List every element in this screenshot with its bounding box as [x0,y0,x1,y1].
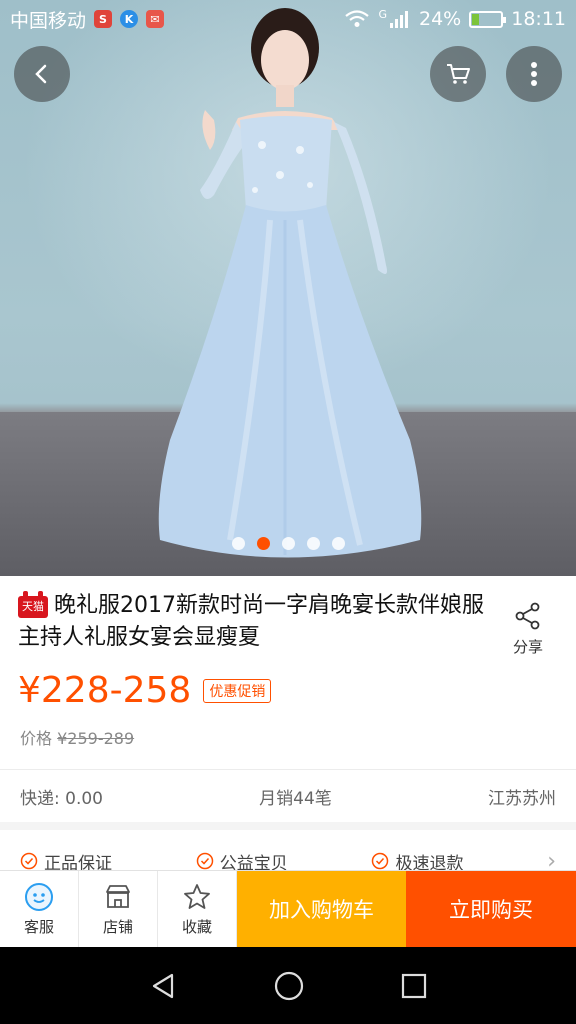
status-bar: 中国移动 S K ✉ G 24% 18:11 [0,0,576,38]
nav-recents-icon[interactable] [400,972,428,1000]
product-price: ¥228-258 [18,670,192,711]
wifi-icon [345,10,370,27]
cart-icon [447,64,470,84]
nav-back-icon[interactable] [148,971,178,1001]
tmall-badge-icon: 天猫 [18,591,48,618]
favorite-label: 收藏 [181,917,212,936]
bottom-action-bar: 客服 店铺 收藏 加入购物车 立即购买 [0,870,576,947]
notification-app-icon: S [94,10,113,28]
more-button[interactable] [506,46,562,102]
customer-service-button[interactable]: 客服 [0,871,79,947]
gallery-dot-active[interactable] [256,537,270,550]
check-circle-icon [372,852,389,870]
mail-notification-icon: ✉ [146,10,165,28]
buy-now-button[interactable]: 立即购买 [406,871,576,947]
section-gap [0,822,576,830]
gallery-dot[interactable] [231,537,245,550]
share-icon [515,602,540,630]
system-nav-bar [0,947,576,1024]
back-button[interactable] [14,46,70,102]
gallery-dot[interactable] [331,537,345,550]
clock: 18:11 [511,8,566,30]
share-button[interactable]: 分享 [500,590,556,657]
gallery-pagination [0,537,576,550]
product-info: 天猫 晚礼服2017新款时尚一字肩晚宴长款伴娘服主持人礼服女宴会显瘦夏 分享 ¥2… [0,576,576,892]
original-price-row: 价格 ¥259-289 [0,711,576,749]
store-icon [106,884,130,908]
shop-label: 店铺 [102,917,133,936]
share-label: 分享 [512,638,543,656]
product-title: 天猫 晚礼服2017新款时尚一字肩晚宴长款伴娘服主持人礼服女宴会显瘦夏 [18,590,486,657]
monthly-sales: 月销44笔 [259,788,332,809]
original-price: ¥259-289 [57,729,135,748]
chat-face-icon [25,882,53,911]
ship-location: 江苏苏州 [488,788,556,809]
check-circle-icon [196,852,213,870]
favorite-button[interactable]: 收藏 [158,871,237,947]
star-icon [184,883,210,909]
nav-home-icon[interactable] [273,970,305,1002]
chevron-left-icon [35,64,47,84]
promo-tag: 优惠促销 [203,679,272,703]
more-vertical-icon [531,62,537,86]
add-to-cart-button[interactable]: 加入购物车 [237,871,406,947]
product-image-gallery[interactable] [0,0,576,576]
battery-percent: 24% [419,8,462,30]
customer-service-label: 客服 [23,917,54,936]
gallery-dot[interactable] [281,537,295,550]
battery-icon [469,10,507,28]
notification-app-icon: K [120,10,139,28]
gallery-dot[interactable] [306,537,320,550]
product-title-text: 晚礼服2017新款时尚一字肩晚宴长款伴娘服主持人礼服女宴会显瘦夏 [18,593,484,650]
signal-icon [390,11,408,28]
shop-button[interactable]: 店铺 [79,871,158,947]
shipping-row: 快递: 0.00 月销44笔 江苏苏州 [0,770,576,822]
cart-button[interactable] [430,46,486,102]
product-detail-screen: 中国移动 S K ✉ G 24% 18:11 天猫 晚礼服2017新款时尚一字肩晚… [0,0,576,1024]
network-type: G [378,7,387,21]
shipping-fee: 快递: 0.00 [20,788,103,809]
product-photo [158,8,422,558]
check-circle-icon [20,852,38,870]
original-price-label: 价格 [20,729,53,748]
carrier-name: 中国移动 [10,9,87,32]
